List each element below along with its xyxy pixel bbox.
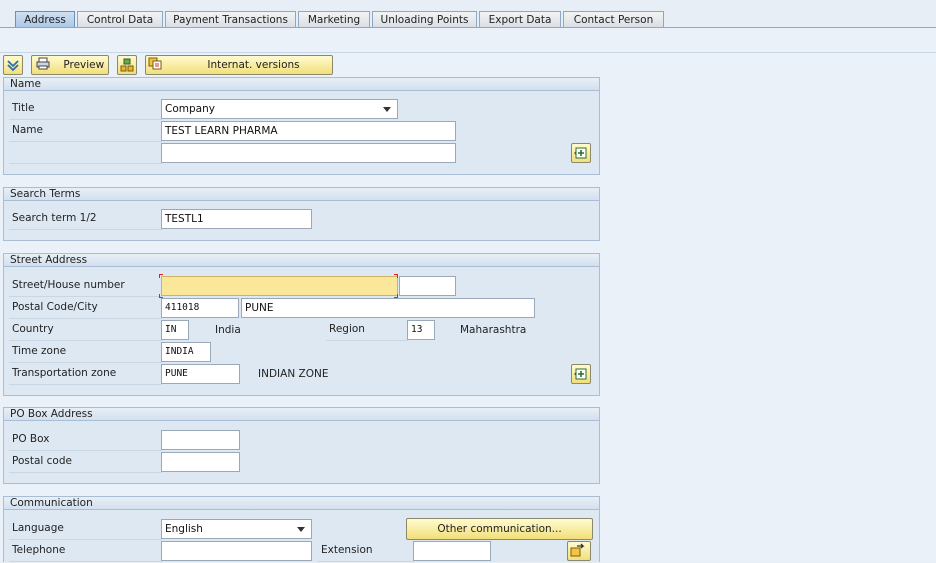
expand-fields-icon: [574, 368, 587, 380]
expand-fields-icon: [574, 147, 587, 159]
search-term-label: Search term 1/2: [9, 210, 162, 230]
expand-collapse-button[interactable]: [3, 55, 23, 75]
preview-button-label: Preview: [63, 59, 105, 71]
language-dropdown[interactable]: English: [161, 519, 312, 539]
region-label: Region: [326, 321, 408, 341]
po-box-title: PO Box Address: [4, 408, 599, 421]
name-group: Name Title Company Name TEST LEARN PHARM…: [3, 77, 600, 175]
name2-field[interactable]: [161, 143, 456, 163]
street-address-title: Street Address: [4, 254, 599, 267]
country-code-field[interactable]: IN: [161, 320, 189, 340]
search-terms-title: Search Terms: [4, 188, 599, 201]
country-name: India: [215, 324, 241, 336]
communication-title: Communication: [4, 497, 599, 510]
tab-payment-transactions[interactable]: Payment Transactions: [165, 11, 296, 28]
search-term-field[interactable]: TESTL1: [161, 209, 312, 229]
po-box-label: PO Box: [9, 431, 162, 451]
transportation-zone-field[interactable]: PUNE: [161, 364, 240, 384]
time-zone-field[interactable]: INDIA: [161, 342, 211, 362]
name-group-title: Name: [4, 78, 599, 91]
house-number-field[interactable]: [399, 276, 456, 296]
time-zone-label: Time zone: [9, 343, 162, 363]
postal-code-field[interactable]: 411018: [161, 298, 239, 318]
region-code-field[interactable]: 13: [407, 320, 435, 340]
tab-unloading-points[interactable]: Unloading Points: [372, 11, 477, 28]
expand-icon: [7, 60, 19, 72]
name-label: Name: [9, 122, 162, 142]
transportation-zone-name: INDIAN ZONE: [258, 368, 329, 380]
po-postal-code-field[interactable]: [161, 452, 240, 472]
postal-code-city-label: Postal Code/City: [9, 299, 162, 319]
tab-address[interactable]: Address: [15, 11, 75, 28]
toolbar-divider: [0, 52, 936, 53]
extension-field[interactable]: [413, 541, 491, 561]
tab-control-data[interactable]: Control Data: [77, 11, 163, 28]
preview-button[interactable]: Preview: [31, 55, 109, 75]
tab-contact-person[interactable]: Contact Person: [563, 11, 664, 28]
more-address-fields-button[interactable]: [571, 364, 591, 384]
street-address-group: Street Address Street/House number Posta…: [3, 253, 600, 396]
po-postal-code-label: Postal code: [9, 453, 162, 473]
focus-corner-tr: [394, 274, 398, 278]
hierarchy-icon: [120, 58, 134, 72]
more-fields-button[interactable]: [571, 143, 591, 163]
name2-label: [9, 144, 162, 164]
region-name: Maharashtra: [460, 324, 527, 336]
telephone-field[interactable]: [161, 541, 312, 561]
tab-underline: [0, 27, 936, 28]
street-field[interactable]: [161, 276, 398, 296]
po-box-field[interactable]: [161, 430, 240, 450]
title-dropdown[interactable]: Company: [161, 99, 398, 119]
communication-group: Communication Language English Other com…: [3, 496, 600, 562]
street-label: Street/House number: [9, 277, 162, 297]
search-terms-group: Search Terms Search term 1/2 TESTL1: [3, 187, 600, 241]
transport-button[interactable]: [117, 55, 137, 75]
focus-corner-tl: [159, 274, 163, 278]
country-label: Country: [9, 321, 162, 341]
language-label: Language: [9, 520, 162, 540]
telephone-label: Telephone: [9, 542, 162, 562]
internat-versions-button[interactable]: Internat. versions: [145, 55, 333, 75]
telephone-more-button[interactable]: [567, 541, 591, 561]
city-field[interactable]: PUNE: [241, 298, 535, 318]
title-label: Title: [9, 100, 162, 120]
tab-export-data[interactable]: Export Data: [479, 11, 561, 28]
other-communication-button[interactable]: Other communication...: [406, 518, 593, 540]
arrow-right-icon: [570, 543, 585, 557]
po-box-group: PO Box Address PO Box Postal code: [3, 407, 600, 484]
versions-icon: [148, 57, 162, 70]
tab-marketing[interactable]: Marketing: [298, 11, 370, 28]
transportation-zone-label: Transportation zone: [9, 365, 162, 385]
internat-versions-label: Internat. versions: [207, 59, 300, 71]
extension-label: Extension: [318, 542, 414, 562]
focus-corner-br: [394, 294, 398, 298]
focus-corner-bl: [159, 294, 163, 298]
printer-icon: [36, 57, 50, 70]
name-field[interactable]: TEST LEARN PHARMA: [161, 121, 456, 141]
